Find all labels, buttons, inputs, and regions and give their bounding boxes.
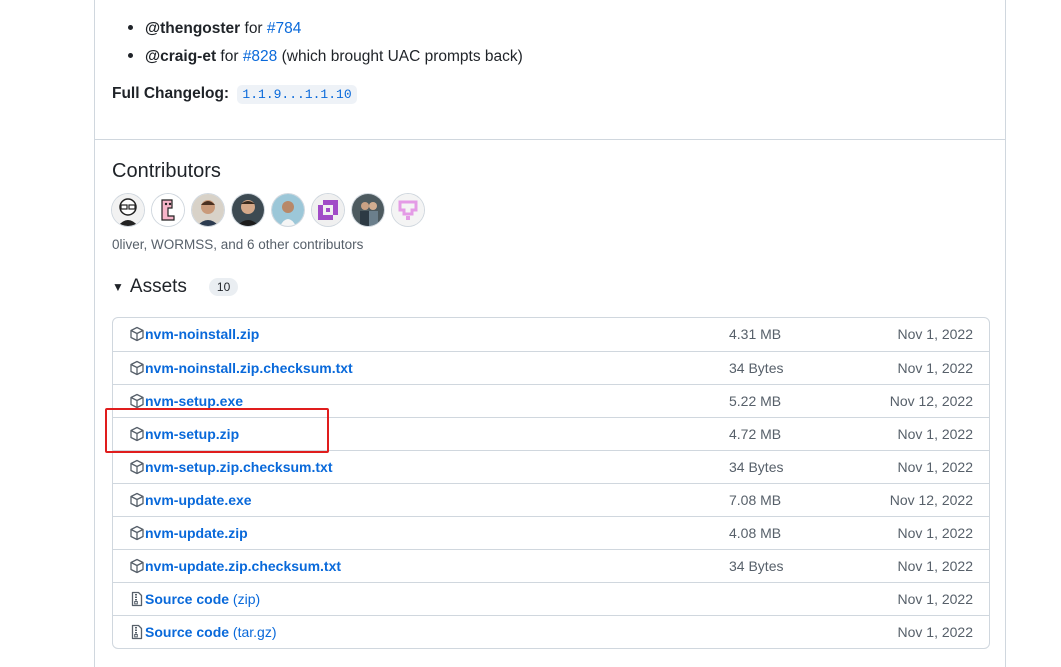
file-zip-icon	[129, 591, 145, 607]
user-link[interactable]: @thengoster	[145, 20, 240, 37]
avatar[interactable]	[152, 194, 184, 226]
asset-download-link[interactable]: nvm-noinstall.zip.checksum.txt	[145, 360, 353, 376]
asset-name[interactable]: Source code	[145, 624, 229, 640]
asset-download-link[interactable]: Source code (zip)	[145, 591, 260, 607]
changelog-range-link[interactable]: 1.1.9...1.1.10	[237, 85, 357, 104]
asset-ext[interactable]: (zip)	[229, 591, 260, 607]
credit-text: for	[240, 20, 267, 37]
asset-download-link[interactable]: nvm-update.exe	[145, 492, 252, 508]
asset-date: Nov 1, 2022	[897, 591, 974, 607]
release-panel: @thengoster for #784 @craig-et for #828 …	[94, 0, 1006, 667]
package-icon	[129, 360, 145, 376]
asset-row: Source code (tar.gz) Nov 1, 2022	[113, 615, 989, 648]
file-zip-icon	[129, 624, 145, 640]
package-icon	[129, 326, 145, 342]
contributors-summary: 0liver, WORMSS, and 6 other contributors	[112, 237, 364, 252]
package-icon	[129, 525, 145, 541]
credit-item: @thengoster for #784	[145, 14, 523, 42]
assets-header[interactable]: ▼ Assets 10	[112, 276, 239, 298]
avatar[interactable]	[352, 194, 384, 226]
asset-row: nvm-update.exe 7.08 MB Nov 12, 2022	[113, 483, 989, 516]
caret-down-icon[interactable]: ▼	[112, 280, 124, 294]
pr-link[interactable]: #784	[267, 20, 301, 37]
asset-size: 34 Bytes	[729, 459, 784, 475]
section-divider	[95, 139, 1005, 140]
asset-download-link[interactable]: Source code (tar.gz)	[145, 624, 277, 640]
asset-date: Nov 1, 2022	[897, 360, 974, 376]
pr-link[interactable]: #828	[243, 48, 277, 65]
assets-count-badge: 10	[208, 278, 239, 296]
credit-tail: (which brought UAC prompts back)	[277, 48, 523, 65]
asset-name[interactable]: nvm-noinstall.zip.checksum.txt	[145, 360, 353, 376]
asset-date: Nov 1, 2022	[897, 624, 974, 640]
asset-name[interactable]: nvm-setup.zip.checksum.txt	[145, 459, 333, 475]
contributor-avatars	[112, 194, 432, 226]
asset-name[interactable]: nvm-update.zip.checksum.txt	[145, 558, 341, 574]
assets-title: Assets	[129, 276, 187, 297]
asset-size: 4.31 MB	[729, 326, 782, 342]
asset-date: Nov 12, 2022	[889, 393, 973, 409]
asset-size: 7.08 MB	[729, 492, 782, 508]
asset-size: 34 Bytes	[729, 360, 784, 376]
package-icon	[129, 459, 145, 475]
asset-size: 5.22 MB	[729, 393, 782, 409]
credit-text: for	[216, 48, 243, 65]
asset-download-link[interactable]: nvm-setup.zip.checksum.txt	[145, 459, 333, 475]
changelog-label: Full Changelog:	[112, 85, 230, 102]
asset-ext[interactable]: (tar.gz)	[229, 624, 277, 640]
asset-download-link[interactable]: nvm-update.zip.checksum.txt	[145, 558, 341, 574]
highlight-box	[105, 408, 329, 453]
asset-name[interactable]: nvm-setup.exe	[145, 393, 243, 409]
package-icon	[129, 492, 145, 508]
asset-download-link[interactable]: nvm-setup.exe	[145, 393, 243, 409]
asset-row: nvm-setup.zip.checksum.txt 34 Bytes Nov 1,…	[113, 450, 989, 483]
avatar[interactable]	[272, 194, 304, 226]
avatar[interactable]	[232, 194, 264, 226]
asset-date: Nov 12, 2022	[889, 492, 973, 508]
asset-row: nvm-update.zip 4.08 MB Nov 1, 2022	[113, 516, 989, 549]
asset-row: Source code (zip) Nov 1, 2022	[113, 582, 989, 615]
asset-date: Nov 1, 2022	[897, 326, 974, 342]
user-link[interactable]: @craig-et	[145, 48, 216, 65]
avatar[interactable]	[312, 194, 344, 226]
asset-size: 34 Bytes	[729, 558, 784, 574]
avatar[interactable]	[112, 194, 144, 226]
asset-date: Nov 1, 2022	[897, 426, 974, 442]
asset-download-link[interactable]: nvm-update.zip	[145, 525, 248, 541]
asset-date: Nov 1, 2022	[897, 459, 974, 475]
asset-name[interactable]: nvm-noinstall.zip	[145, 326, 259, 342]
asset-row: nvm-noinstall.zip 4.31 MB Nov 1, 2022	[113, 318, 989, 351]
credits-list: @thengoster for #784 @craig-et for #828 …	[112, 14, 523, 70]
asset-size: 4.08 MB	[729, 525, 782, 541]
asset-row: nvm-noinstall.zip.checksum.txt 34 Bytes No…	[113, 351, 989, 384]
assets-table: nvm-noinstall.zip 4.31 MB Nov 1, 2022 nvm-n…	[112, 317, 990, 649]
asset-date: Nov 1, 2022	[897, 558, 974, 574]
asset-date: Nov 1, 2022	[897, 525, 974, 541]
asset-download-link[interactable]: nvm-noinstall.zip	[145, 326, 259, 342]
avatar[interactable]	[192, 194, 224, 226]
package-icon	[129, 393, 145, 409]
contributors-title: Contributors	[112, 160, 221, 182]
asset-row: nvm-update.zip.checksum.txt 34 Bytes Nov 1…	[113, 549, 989, 582]
package-icon	[129, 558, 145, 574]
avatar[interactable]	[392, 194, 424, 226]
asset-size: 4.72 MB	[729, 426, 782, 442]
asset-name[interactable]: nvm-update.exe	[145, 492, 252, 508]
credit-item: @craig-et for #828 (which brought UAC pr…	[145, 42, 523, 70]
asset-name[interactable]: Source code	[145, 591, 229, 607]
asset-name[interactable]: nvm-update.zip	[145, 525, 248, 541]
full-changelog: Full Changelog: 1.1.9...1.1.10	[112, 85, 357, 104]
